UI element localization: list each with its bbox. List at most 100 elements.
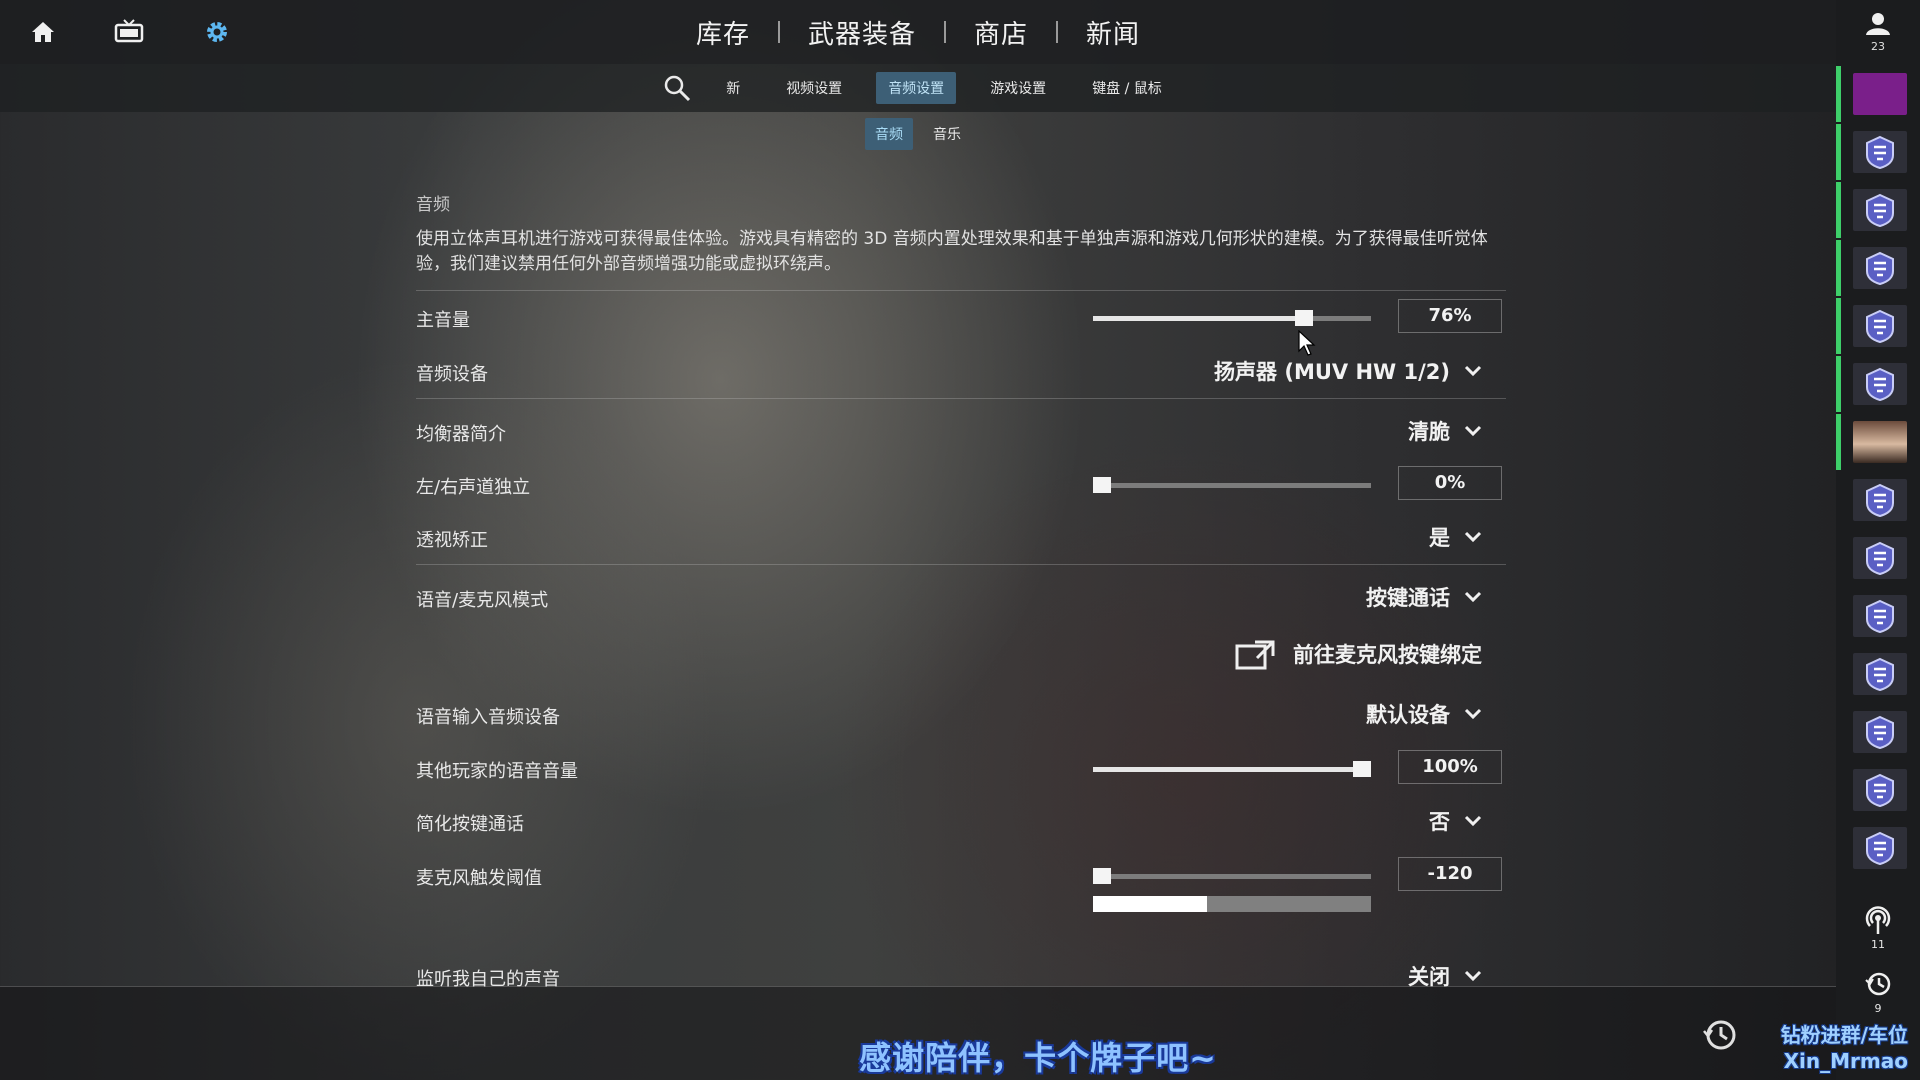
avatar xyxy=(1853,247,1907,289)
mic-level-meter-row xyxy=(416,896,1506,914)
friend-avatar[interactable] xyxy=(1836,240,1920,296)
rank-emblem-icon xyxy=(1866,599,1894,633)
setting-label: 监听我自己的声音 xyxy=(416,969,560,990)
rank-emblem-icon xyxy=(1866,657,1894,691)
master-volume-slider[interactable] xyxy=(1093,310,1371,326)
history-button[interactable]: 9 xyxy=(1836,970,1920,1026)
tab-keyboard-mouse[interactable]: 键盘 / 鼠标 xyxy=(1080,72,1174,104)
nav-loadout[interactable]: 武器装备 xyxy=(780,14,944,51)
master-volume-value[interactable]: 76% xyxy=(1398,299,1502,333)
setting-eq-profile: 均衡器简介 清脆 xyxy=(416,412,1506,452)
avatar xyxy=(1853,653,1907,695)
chevron-down-icon xyxy=(1464,425,1482,437)
dropdown-value: 是 xyxy=(1429,526,1450,550)
dropdown-value: 清脆 xyxy=(1408,420,1450,444)
antenna-icon xyxy=(1865,906,1891,934)
history-count: 9 xyxy=(1874,1002,1882,1015)
friend-avatar[interactable] xyxy=(1836,472,1920,528)
perspective-dropdown[interactable]: 是 xyxy=(1429,522,1506,552)
main-nav: 库存 武器装备 商店 新闻 xyxy=(0,0,1836,64)
avatar xyxy=(1853,537,1907,579)
slider-handle[interactable] xyxy=(1295,310,1314,326)
monitor-own-voice-dropdown[interactable]: 关闭 xyxy=(1408,961,1506,991)
friend-avatar[interactable] xyxy=(1836,298,1920,354)
online-indicator xyxy=(1836,240,1841,296)
rank-emblem-icon xyxy=(1866,773,1894,807)
setting-master-volume: 主音量 76% xyxy=(416,298,1506,338)
nav-inventory[interactable]: 库存 xyxy=(668,14,778,51)
simplified-ptt-dropdown[interactable]: 否 xyxy=(1429,806,1506,836)
friend-avatar[interactable] xyxy=(1836,646,1920,702)
avatar xyxy=(1853,73,1907,115)
slider-handle[interactable] xyxy=(1353,761,1371,777)
mic-threshold-value[interactable]: -120 xyxy=(1398,857,1502,891)
chevron-down-icon xyxy=(1464,708,1482,720)
tab-new[interactable]: 新 xyxy=(714,72,752,104)
nav-store[interactable]: 商店 xyxy=(946,14,1056,51)
lr-isolation-slider[interactable] xyxy=(1093,477,1371,493)
friend-avatar[interactable] xyxy=(1836,66,1920,122)
friend-avatar[interactable] xyxy=(1836,704,1920,760)
friend-avatar[interactable] xyxy=(1836,124,1920,180)
online-indicator xyxy=(1836,530,1841,586)
online-indicator xyxy=(1836,820,1841,876)
voice-input-device-dropdown[interactable]: 默认设备 xyxy=(1366,699,1506,729)
online-indicator xyxy=(1836,704,1841,760)
dropdown-value: 关闭 xyxy=(1408,965,1450,989)
slider-handle[interactable] xyxy=(1093,477,1111,493)
tab-audio-settings[interactable]: 音频设置 xyxy=(876,72,957,104)
setting-label: 左/右声道独立 xyxy=(416,477,531,498)
watermark-line: Xin_Mrmao xyxy=(1783,1049,1908,1073)
user-icon xyxy=(1866,13,1890,35)
subtab-audio[interactable]: 音频 xyxy=(865,118,913,150)
setting-label: 语音/麦克风模式 xyxy=(416,590,549,611)
setting-voice-input-device: 语音输入音频设备 默认设备 xyxy=(416,695,1506,735)
online-indicator xyxy=(1836,472,1841,528)
slider-fill xyxy=(1093,316,1305,321)
online-indicator xyxy=(1836,124,1841,180)
divider xyxy=(416,564,1506,565)
top-navigation-bar: 库存 武器装备 商店 新闻 xyxy=(0,0,1836,64)
voice-mode-dropdown[interactable]: 按键通话 xyxy=(1366,582,1506,612)
mic-threshold-slider[interactable] xyxy=(1093,868,1371,884)
stream-watermark: 钻粉进群/车位 Xin_Mrmao xyxy=(1781,1022,1908,1074)
friend-avatar[interactable] xyxy=(1836,356,1920,412)
friend-avatar[interactable] xyxy=(1836,530,1920,586)
online-indicator xyxy=(1836,762,1841,818)
friend-avatar[interactable] xyxy=(1836,762,1920,818)
setting-label: 麦克风触发阈值 xyxy=(416,868,542,889)
subtab-music[interactable]: 音乐 xyxy=(923,118,971,150)
avatar xyxy=(1853,827,1907,869)
slider-fill xyxy=(1093,767,1371,772)
friend-avatar[interactable] xyxy=(1836,588,1920,644)
rank-emblem-icon xyxy=(1866,715,1894,749)
tab-game-settings[interactable]: 游戏设置 xyxy=(978,72,1058,104)
stream-subtitle: 感谢陪伴，卡个牌子吧~ xyxy=(859,1039,1217,1077)
others-voice-volume-value[interactable]: 100% xyxy=(1398,750,1502,784)
setting-label: 语音输入音频设备 xyxy=(416,707,560,728)
friend-avatar[interactable] xyxy=(1836,182,1920,238)
setting-audio-device: 音频设备 扬声器 (MUV HW 1/2) xyxy=(416,352,1506,392)
nav-news[interactable]: 新闻 xyxy=(1058,14,1168,51)
signal-button[interactable]: 11 xyxy=(1836,906,1920,962)
slider-handle[interactable] xyxy=(1093,868,1111,884)
rank-emblem-icon xyxy=(1866,309,1894,343)
settings-tabs: 新 视频设置 音频设置 游戏设置 键盘 / 鼠标 xyxy=(0,64,1836,112)
search-icon[interactable] xyxy=(662,73,692,103)
friends-button[interactable]: 23 xyxy=(1836,12,1920,53)
ptt-binding-row: 前往麦克风按键绑定 xyxy=(416,636,1506,676)
rank-emblem-icon xyxy=(1866,193,1894,227)
others-voice-volume-slider[interactable] xyxy=(1093,761,1371,777)
friend-avatar[interactable] xyxy=(1836,414,1920,470)
audio-device-dropdown[interactable]: 扬声器 (MUV HW 1/2) xyxy=(1214,356,1506,386)
friend-avatar[interactable] xyxy=(1836,820,1920,876)
section-description: 使用立体声耳机进行游戏可获得最佳体验。游戏具有精密的 3D 音频内置处理效果和基… xyxy=(416,229,1488,274)
tab-video-settings[interactable]: 视频设置 xyxy=(774,72,854,104)
setting-label: 音频设备 xyxy=(416,364,488,385)
lr-isolation-value[interactable]: 0% xyxy=(1398,466,1502,500)
ptt-binding-link[interactable]: 前往麦克风按键绑定 xyxy=(1235,638,1482,670)
section-title: 音频 xyxy=(416,195,450,215)
signal-count: 11 xyxy=(1871,938,1885,951)
online-indicator xyxy=(1836,414,1841,470)
eq-profile-dropdown[interactable]: 清脆 xyxy=(1408,416,1506,446)
